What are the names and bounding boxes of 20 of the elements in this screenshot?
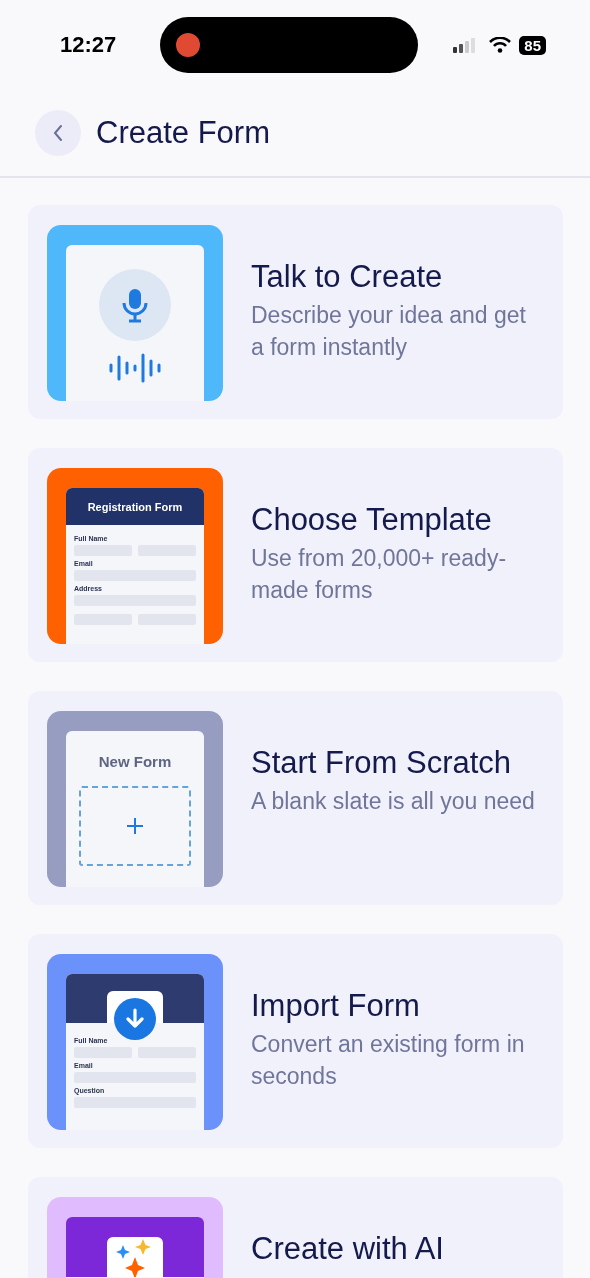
- option-title: Choose Template: [251, 502, 493, 538]
- option-card[interactable]: Talk to Create Describe your idea and get a form instantly: [28, 205, 563, 419]
- plus-icon: [126, 817, 144, 835]
- option-title: Start From Scratch: [251, 745, 513, 781]
- wifi-icon: [489, 37, 512, 53]
- option-title: Talk to Create: [251, 259, 444, 295]
- option-title: Import Form: [251, 988, 421, 1024]
- option-description: A blank slate is all you need: [251, 787, 536, 816]
- status-time: 12:27: [60, 32, 118, 58]
- option-description: Describe your idea and get a form instantly: [251, 301, 527, 362]
- option-title: Create with AI: [251, 1231, 445, 1267]
- back-button[interactable]: [35, 110, 81, 156]
- option-description: Convert an existing form in seconds: [251, 1030, 526, 1091]
- battery-indicator: 85: [519, 35, 546, 55]
- option-card[interactable]: New Form Start From Scratch A blank slate is all you need: [28, 691, 563, 905]
- option-description: Use from 20,000+ ready-made forms: [251, 544, 508, 605]
- chevron-left-icon: [52, 124, 64, 142]
- thumbnail-drawing: New Form: [47, 711, 223, 887]
- option-card[interactable]: Create with AI: [28, 1177, 563, 1278]
- page-title: Create Form: [96, 115, 270, 151]
